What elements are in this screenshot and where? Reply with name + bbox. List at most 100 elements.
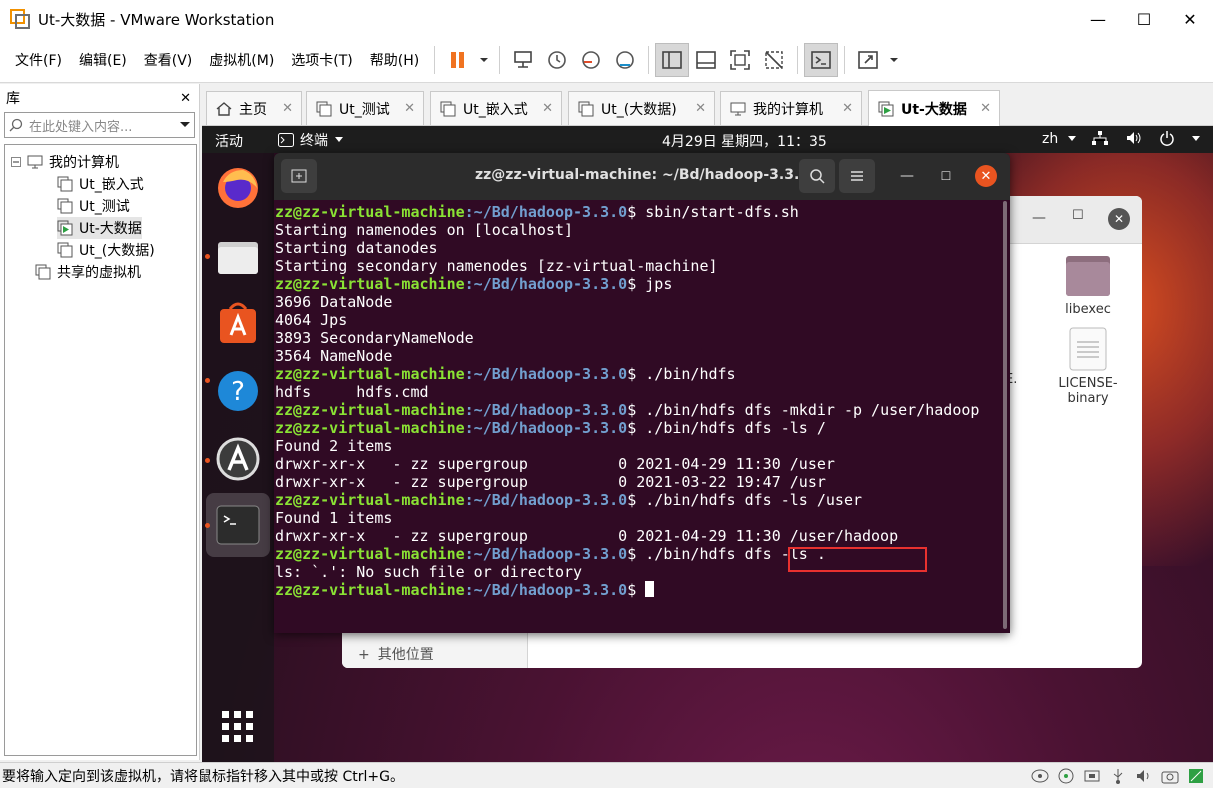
maximize-button[interactable]: ☐ (1121, 0, 1167, 38)
chevron-down-icon[interactable] (180, 120, 190, 130)
menu-bar: 文件(F) 编辑(E) 查看(V) 虚拟机(M) 选项卡(T) 帮助(H) (0, 38, 1213, 83)
folder-icon (218, 242, 258, 274)
tab-my-computer[interactable]: 我的计算机 ✕ (720, 91, 862, 125)
dock-files[interactable] (214, 233, 262, 281)
terminal-scrollbar[interactable] (1003, 201, 1007, 629)
prompt-path: :~/Bd/hadoop-3.3.0 (464, 365, 628, 383)
highlight-box (788, 547, 927, 572)
network-adapter-icon[interactable] (1083, 767, 1101, 785)
terminal-output-line: Starting namenodes on [localhost] (275, 221, 574, 239)
clock[interactable]: 4月29日 星期四，11：35 (662, 131, 827, 151)
usb-icon[interactable] (1109, 767, 1127, 785)
tab-vm-test[interactable]: Ut_测试 ✕ (306, 91, 424, 125)
stretch-dropdown-button[interactable] (885, 43, 903, 77)
menu-file[interactable]: 文件(F) (7, 50, 71, 70)
send-ctrl-alt-del-button[interactable] (506, 43, 540, 77)
close-icon[interactable]: ✕ (396, 101, 415, 116)
terminal-output-line: drwxr-xr-x - zz supergroup 0 2021-04-29 … (275, 527, 899, 545)
thumbnail-bar-button[interactable] (689, 43, 723, 77)
hard-disk-icon[interactable] (1031, 767, 1049, 785)
terminal-window[interactable]: zz@zz-virtual-machine: ~/Bd/hadoop-3.3.0… (274, 153, 1010, 633)
terminal-search-button[interactable] (799, 159, 835, 193)
system-tray[interactable] (1091, 130, 1201, 146)
stretch-guest-button[interactable] (851, 43, 885, 77)
close-icon[interactable]: ✕ (1108, 208, 1130, 230)
collapse-icon[interactable] (11, 157, 21, 167)
suspend-button[interactable] (441, 43, 475, 77)
menu-help[interactable]: 帮助(H) (362, 50, 428, 70)
minimize-icon[interactable]: — (1032, 210, 1046, 226)
library-search-input[interactable]: 在此处键入内容... (4, 112, 195, 138)
software-center-icon (220, 302, 256, 343)
tree-item-vm-embedded[interactable]: Ut_嵌入式 (57, 173, 144, 195)
sound-icon[interactable] (1135, 767, 1153, 785)
running-indicator (205, 523, 210, 528)
tree-item-vm-bigdata[interactable]: Ut-大数据 (57, 217, 142, 239)
close-button[interactable]: ✕ (1167, 0, 1213, 38)
dock-help[interactable]: ? (214, 367, 262, 415)
maximize-icon[interactable]: ☐ (1072, 208, 1084, 223)
library-panel: 库 ✕ 在此处键入内容... 我的计算机 Ut_嵌入式 Ut_测试 Ut-大数据… (0, 84, 200, 760)
snapshot-button[interactable] (540, 43, 574, 77)
display-icon[interactable] (1187, 767, 1205, 785)
dock-software-updater[interactable] (214, 435, 262, 483)
file-item-license[interactable]: LICENSE- binary (1048, 326, 1128, 406)
terminal-menu-button[interactable] (839, 159, 875, 193)
show-applications-button[interactable] (222, 711, 254, 747)
dock-terminal[interactable] (214, 501, 262, 549)
snapshot-manager-icon (616, 51, 635, 69)
revert-icon (582, 51, 601, 69)
library-close-button[interactable]: ✕ (180, 91, 191, 106)
close-icon[interactable]: ✕ (834, 101, 853, 116)
tree-item-my-computer[interactable]: 我的计算机 (11, 151, 119, 173)
cd-dvd-icon[interactable] (1057, 767, 1075, 785)
activities-button[interactable]: 活动 (215, 131, 243, 151)
tree-item-vm-bigdata-2[interactable]: Ut_(大数据) (57, 239, 155, 261)
tab-vm-embedded[interactable]: Ut_嵌入式 ✕ (430, 91, 562, 125)
revert-snapshot-button[interactable] (574, 43, 608, 77)
menu-edit[interactable]: 编辑(E) (71, 50, 136, 70)
pause-icon (451, 52, 465, 68)
tab-home[interactable]: 主页 ✕ (206, 91, 302, 125)
file-item-libexec[interactable]: libexec (1048, 254, 1128, 317)
status-bar: 要将输入定向到该虚拟机，请将鼠标指针移入其中或按 Ctrl+G。 (0, 762, 1213, 788)
dock-software[interactable] (214, 299, 262, 347)
menu-tabs[interactable]: 选项卡(T) (283, 50, 361, 70)
input-method-label: zh (1042, 131, 1059, 147)
power-dropdown-button[interactable] (475, 43, 493, 77)
console-view-button[interactable] (804, 43, 839, 77)
other-locations[interactable]: + 其他位置 (358, 644, 434, 664)
prompt-path: :~/Bd/hadoop-3.3.0 (464, 545, 628, 563)
chevron-down-icon (1067, 136, 1076, 141)
minimize-icon[interactable]: — (897, 166, 917, 186)
maximize-icon[interactable]: ☐ (936, 166, 956, 186)
unity-mode-button[interactable] (757, 43, 791, 77)
search-icon (9, 118, 23, 132)
vm-display[interactable]: 活动 终端 4月29日 星期四，11：35 zh ? — ☐ ✕ + 其他位置 … (202, 126, 1213, 762)
app-menu[interactable]: 终端 (278, 130, 344, 150)
tab-label: Ut-大数据 (901, 101, 967, 118)
dock-firefox[interactable] (214, 163, 262, 211)
full-screen-button[interactable] (723, 43, 757, 77)
prompt-path: :~/Bd/hadoop-3.3.0 (464, 581, 628, 599)
tab-vm-bigdata-2[interactable]: Ut_(大数据) ✕ (568, 91, 715, 125)
power-icon (1160, 131, 1174, 146)
close-icon[interactable]: ✕ (972, 101, 991, 116)
folder-icon (1066, 256, 1110, 296)
minimize-button[interactable]: — (1075, 0, 1121, 38)
tab-vm-bigdata[interactable]: Ut-大数据 ✕ (868, 90, 1000, 126)
menu-view[interactable]: 查看(V) (136, 50, 202, 70)
tree-item-shared-vms[interactable]: 共享的虚拟机 (35, 261, 141, 283)
menu-vm[interactable]: 虚拟机(M) (201, 50, 283, 70)
tree-item-vm-test[interactable]: Ut_测试 (57, 195, 130, 217)
input-method[interactable]: zh (1042, 131, 1077, 147)
prompt-path: :~/Bd/hadoop-3.3.0 (464, 419, 628, 437)
close-icon[interactable]: ✕ (274, 101, 293, 116)
close-icon[interactable]: ✕ (534, 101, 553, 116)
camera-icon[interactable] (1161, 767, 1179, 785)
close-icon[interactable]: ✕ (975, 165, 997, 187)
command-text: $ ./bin/hdfs (627, 365, 736, 383)
close-icon[interactable]: ✕ (687, 101, 706, 116)
snapshot-manager-button[interactable] (608, 43, 642, 77)
show-library-button[interactable] (655, 43, 690, 77)
